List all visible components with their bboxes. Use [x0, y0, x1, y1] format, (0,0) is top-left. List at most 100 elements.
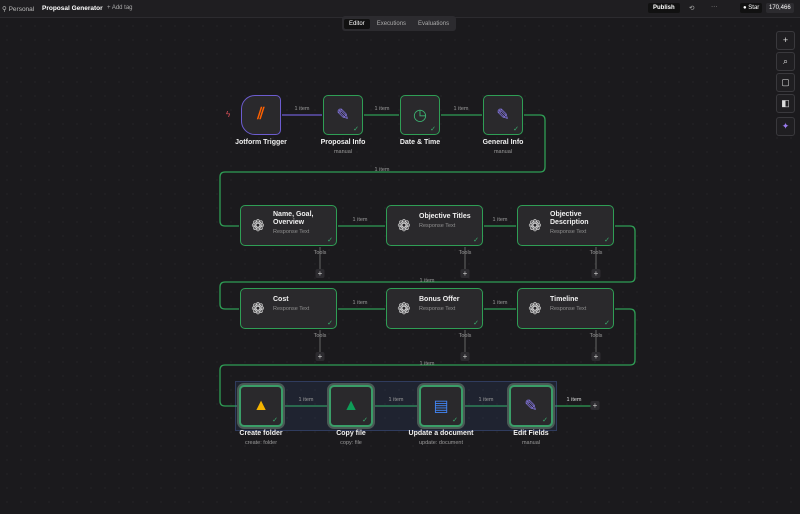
openai-icon: ❁	[397, 216, 410, 236]
node-title: Date & Time	[400, 139, 440, 146]
clock-icon: ◷	[413, 105, 427, 125]
tools-label: Tools	[459, 250, 472, 256]
node-proposal-info[interactable]: ✎✓	[323, 95, 363, 135]
node-title: General Info	[483, 139, 524, 146]
node-jotform-trigger[interactable]: ⫽	[241, 95, 281, 135]
add-tool-button[interactable]: +	[316, 269, 325, 278]
edge-label: 1 item	[479, 397, 494, 403]
jotform-icon: ⫽	[257, 106, 264, 124]
node-create-folder[interactable]: ▲✓	[239, 385, 283, 427]
edge-label: 1 item	[420, 278, 435, 284]
node-subtitle: manual	[522, 440, 540, 446]
check-icon: ✓	[430, 125, 436, 133]
node-title: Name, Goal, Overview	[273, 211, 313, 226]
check-icon: ✓	[604, 319, 610, 327]
check-icon: ✓	[473, 236, 479, 244]
sticky-note-button[interactable]: ▢	[776, 73, 795, 92]
node-subtitle: manual	[334, 149, 352, 155]
add-node-panel-button[interactable]: +	[776, 31, 795, 50]
edge-label: 1 item	[493, 217, 508, 223]
google-drive-icon: ▲	[253, 397, 269, 415]
node-subtitle: Response Text	[550, 305, 586, 313]
panel-toggle-button[interactable]: ◧	[776, 94, 795, 113]
add-tool-button[interactable]: +	[461, 352, 470, 361]
openai-icon: ❁	[251, 216, 264, 236]
edge-label: 1 item	[567, 397, 582, 403]
node-title: Bonus Offer	[419, 296, 459, 303]
google-docs-icon: ▤	[433, 396, 448, 416]
node-title: Timeline	[550, 296, 578, 303]
node-subtitle: Response Text	[419, 305, 459, 313]
check-icon: ✓	[272, 416, 278, 424]
node-update-document[interactable]: ▤✓	[419, 385, 463, 427]
tools-label: Tools	[590, 250, 603, 256]
node-objective-description[interactable]: ❁ Objective Description Response Text ✓	[517, 205, 614, 246]
add-tool-button[interactable]: +	[592, 269, 601, 278]
node-date-time[interactable]: ◷✓	[400, 95, 440, 135]
node-title: Update a document	[409, 430, 474, 437]
node-subtitle: copy: file	[340, 440, 362, 446]
add-node-button[interactable]: +	[591, 401, 600, 410]
node-cost[interactable]: ❁ CostResponse Text ✓	[240, 288, 337, 329]
node-subtitle: update: document	[419, 440, 463, 446]
node-title: Copy file	[336, 430, 366, 437]
check-icon: ✓	[452, 416, 458, 424]
edge-label: 1 item	[353, 217, 368, 223]
node-title: Edit Fields	[513, 430, 548, 437]
add-tool-button[interactable]: +	[316, 352, 325, 361]
node-subtitle: manual	[494, 149, 512, 155]
check-icon: ✓	[362, 416, 368, 424]
pencil-icon: ✎	[524, 396, 537, 416]
node-title: Objective Description	[550, 211, 589, 226]
check-icon: ✓	[604, 236, 610, 244]
node-subtitle: Response Text	[273, 305, 309, 313]
tools-label: Tools	[459, 333, 472, 339]
add-tool-button[interactable]: +	[461, 269, 470, 278]
node-copy-file[interactable]: ▲✓	[329, 385, 373, 427]
pencil-icon: ✎	[496, 105, 509, 125]
node-objective-titles[interactable]: ❁ Objective Titles Response Text ✓	[386, 205, 483, 246]
openai-icon: ❁	[528, 299, 541, 319]
search-icon: ⌕	[783, 56, 788, 66]
node-title: Create folder	[239, 430, 282, 437]
sparkle-icon: ✦	[782, 121, 790, 131]
check-icon: ✓	[353, 125, 359, 133]
google-drive-icon: ▲	[343, 397, 359, 415]
tools-label: Tools	[590, 333, 603, 339]
search-button[interactable]: ⌕	[776, 52, 795, 71]
node-bonus-offer[interactable]: ❁ Bonus Offer Response Text ✓	[386, 288, 483, 329]
node-title: Proposal Info	[321, 139, 366, 146]
check-icon: ✓	[327, 236, 333, 244]
check-icon: ✓	[542, 416, 548, 424]
node-subtitle: Response Text	[419, 222, 471, 230]
openai-icon: ❁	[397, 299, 410, 319]
check-icon: ✓	[327, 319, 333, 327]
edge-label: 1 item	[389, 397, 404, 403]
pencil-icon: ✎	[336, 105, 349, 125]
check-icon: ✓	[513, 125, 519, 133]
edge-label: 1 item	[375, 167, 390, 173]
node-edit-fields[interactable]: ✎✓	[509, 385, 553, 427]
edge-label: 1 item	[295, 106, 310, 112]
edge-label: 1 item	[493, 300, 508, 306]
note-icon: ▢	[781, 77, 790, 87]
ai-assistant-button[interactable]: ✦	[776, 117, 795, 136]
node-title: Objective Titles	[419, 213, 471, 220]
node-subtitle: create: folder	[245, 440, 277, 446]
connections	[0, 0, 800, 514]
node-timeline[interactable]: ❁ Timeline Response Text ✓	[517, 288, 614, 329]
node-general-info[interactable]: ✎✓	[483, 95, 523, 135]
check-icon: ✓	[473, 319, 479, 327]
node-name-goal-overview[interactable]: ❁ Name, Goal, Overview Response Text ✓	[240, 205, 337, 246]
plus-icon: +	[783, 35, 788, 45]
openai-icon: ❁	[528, 216, 541, 236]
node-title: Jotform Trigger	[235, 139, 287, 146]
node-subtitle: Response Text	[273, 228, 336, 236]
edge-label: 1 item	[454, 106, 469, 112]
node-subtitle: Response Text	[550, 228, 613, 236]
edge-label: 1 item	[375, 106, 390, 112]
lightning-icon: ϟ	[226, 110, 230, 119]
tools-label: Tools	[314, 250, 327, 256]
edge-label: 1 item	[420, 361, 435, 367]
add-tool-button[interactable]: +	[592, 352, 601, 361]
